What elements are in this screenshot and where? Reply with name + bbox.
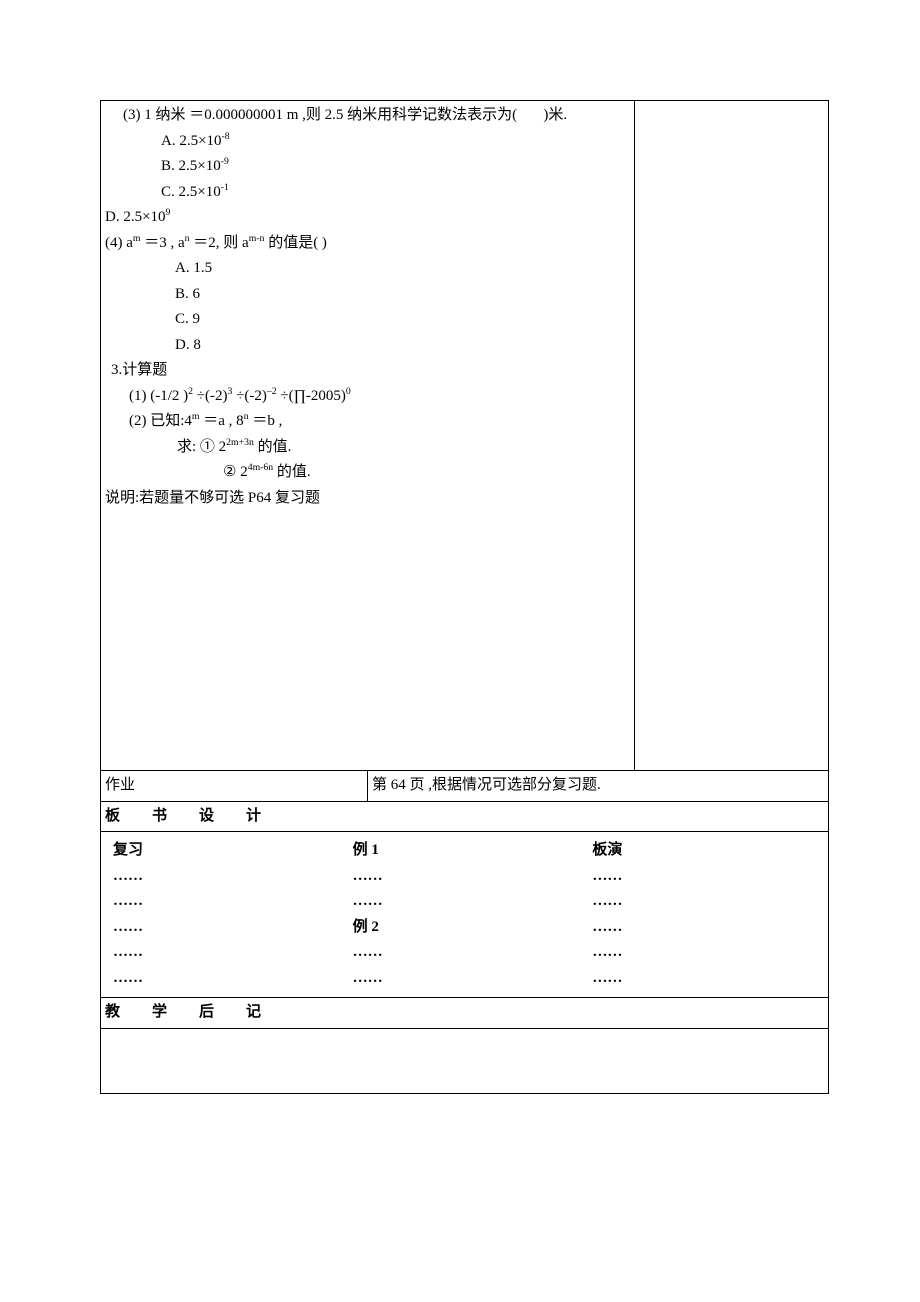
c4b: 的值. xyxy=(273,464,311,480)
afternote-header: 教学后记 xyxy=(101,998,829,1029)
afternote-header-row: 教学后记 xyxy=(101,998,829,1029)
board-header-row: 板书设计 xyxy=(101,801,829,832)
q3-opt-c: C. 2.5×10-1 xyxy=(105,180,630,206)
c1d: ÷(∏-2005) xyxy=(277,388,346,404)
c2a: (2) 已知:4 xyxy=(129,413,192,429)
calc-line4: ② 24m-6n 的值. xyxy=(105,460,630,486)
c3e7: 2m+3n xyxy=(226,437,254,448)
c3a: 求: ① 2 xyxy=(177,439,226,455)
board-col1-3: …… xyxy=(113,915,337,941)
board-col2: 例 1 …… …… 例 2 …… …… xyxy=(349,836,581,993)
board-col3-4: …… xyxy=(592,940,816,966)
q3-opt-b: B. 2.5×10-9 xyxy=(105,154,630,180)
board-col1-0: 复习 xyxy=(113,838,337,864)
q3-b-exp: -9 xyxy=(221,156,229,167)
lesson-table: (3) 1 纳米 ＝0.000000001 m ,则 2.5 纳米用科学记数法表… xyxy=(100,100,829,1094)
board-body-row: 复习 …… …… …… …… …… 例 1 …… …… 例 2 …… xyxy=(101,832,829,998)
c2e5: m xyxy=(192,411,200,422)
c4e8: 4m-6n xyxy=(248,462,273,473)
homework-label: 作业 xyxy=(101,771,368,802)
note: 说明:若题量不够可选 P64 复习题 xyxy=(105,486,630,512)
homework-row: 作业 第 64 页 ,根据情况可选部分复习题. xyxy=(101,771,829,802)
board-col3-5: …… xyxy=(592,966,816,992)
board-col3-0: 板演 xyxy=(592,838,816,864)
board-col2-3: 例 2 xyxy=(353,915,577,941)
q3-b-base: B. 2.5×10 xyxy=(161,158,221,174)
calc-line3: 求: ① 22m+3n 的值. xyxy=(105,435,630,461)
q3-opt-a: A. 2.5×10-8 xyxy=(105,129,630,155)
board-col1-1: …… xyxy=(113,864,337,890)
board-col2-0: 例 1 xyxy=(353,838,577,864)
q4-exp-mn: m-n xyxy=(249,233,265,244)
c1e3: –2 xyxy=(267,386,277,397)
c1c: ÷(-2) xyxy=(232,388,266,404)
c4a: ② 2 xyxy=(223,464,248,480)
c2b: ＝a , 8 xyxy=(200,413,244,429)
page: (3) 1 纳米 ＝0.000000001 m ,则 2.5 纳米用科学记数法表… xyxy=(0,0,920,1302)
calc-line2: (2) 已知:4m ＝a , 8n ＝b , xyxy=(105,409,630,435)
calc-title: 3.计算题 xyxy=(105,358,630,384)
c1b: ÷(-2) xyxy=(193,388,227,404)
q3-stem: (3) 1 纳米 ＝0.000000001 m ,则 2.5 纳米用科学记数法表… xyxy=(105,103,630,129)
q3-a-base: A. 2.5×10 xyxy=(161,133,222,149)
side-cell xyxy=(635,101,829,771)
q4-opt-d: D. 8 xyxy=(105,333,630,359)
board-header: 板书设计 xyxy=(101,801,829,832)
c2c: ＝b , xyxy=(249,413,283,429)
q3-d-exp: 9 xyxy=(166,207,171,218)
q4-mid1: ＝3 , a xyxy=(141,235,185,251)
board-col1-2: …… xyxy=(113,889,337,915)
c3b: 的值. xyxy=(254,439,292,455)
board-col2-2: …… xyxy=(353,889,577,915)
c1a: (1) (-1/2 ) xyxy=(129,388,188,404)
afternote-body-row xyxy=(101,1028,829,1093)
board-col1-4: …… xyxy=(113,940,337,966)
afternote-body xyxy=(101,1028,829,1093)
q3-text-b: )米. xyxy=(543,107,567,123)
q4-opt-b: B. 6 xyxy=(105,282,630,308)
q3-c-base: C. 2.5×10 xyxy=(161,184,221,200)
board-col2-1: …… xyxy=(353,864,577,890)
board-col2-5: …… xyxy=(353,966,577,992)
c1e4: 0 xyxy=(346,386,351,397)
q3-text-a: (3) 1 纳米 ＝0.000000001 m ,则 2.5 纳米用科学记数法表… xyxy=(123,107,517,123)
q3-a-exp: -8 xyxy=(222,131,230,142)
board-col1-5: …… xyxy=(113,966,337,992)
board-col3-1: …… xyxy=(592,864,816,890)
q3-opt-d: D. 2.5×109 xyxy=(105,205,630,231)
q4-b: 的值是( ) xyxy=(264,235,327,251)
q4-opt-c: C. 9 xyxy=(105,307,630,333)
board-col2-4: …… xyxy=(353,940,577,966)
board-col3-2: …… xyxy=(592,889,816,915)
board-col1: 复习 …… …… …… …… …… xyxy=(109,836,341,993)
q4-mid2: ＝2, 则 a xyxy=(190,235,249,251)
board-col3-3: …… xyxy=(592,915,816,941)
q4-stem: (4) am ＝3 , an ＝2, 则 am-n 的值是( ) xyxy=(105,231,630,257)
q4-exp-m: m xyxy=(133,233,141,244)
homework-text: 第 64 页 ,根据情况可选部分复习题. xyxy=(368,771,829,802)
content-cell: (3) 1 纳米 ＝0.000000001 m ,则 2.5 纳米用科学记数法表… xyxy=(101,101,635,771)
board-col3: 板演 …… …… …… …… …… xyxy=(588,836,820,993)
q3-c-exp: -1 xyxy=(221,182,229,193)
calc-line1: (1) (-1/2 )2 ÷(-2)3 ÷(-2)–2 ÷(∏-2005)0 xyxy=(105,384,630,410)
q3-d-base: D. 2.5×10 xyxy=(105,209,166,225)
q4-opt-a: A. 1.5 xyxy=(105,256,630,282)
q4-a: (4) a xyxy=(105,235,133,251)
